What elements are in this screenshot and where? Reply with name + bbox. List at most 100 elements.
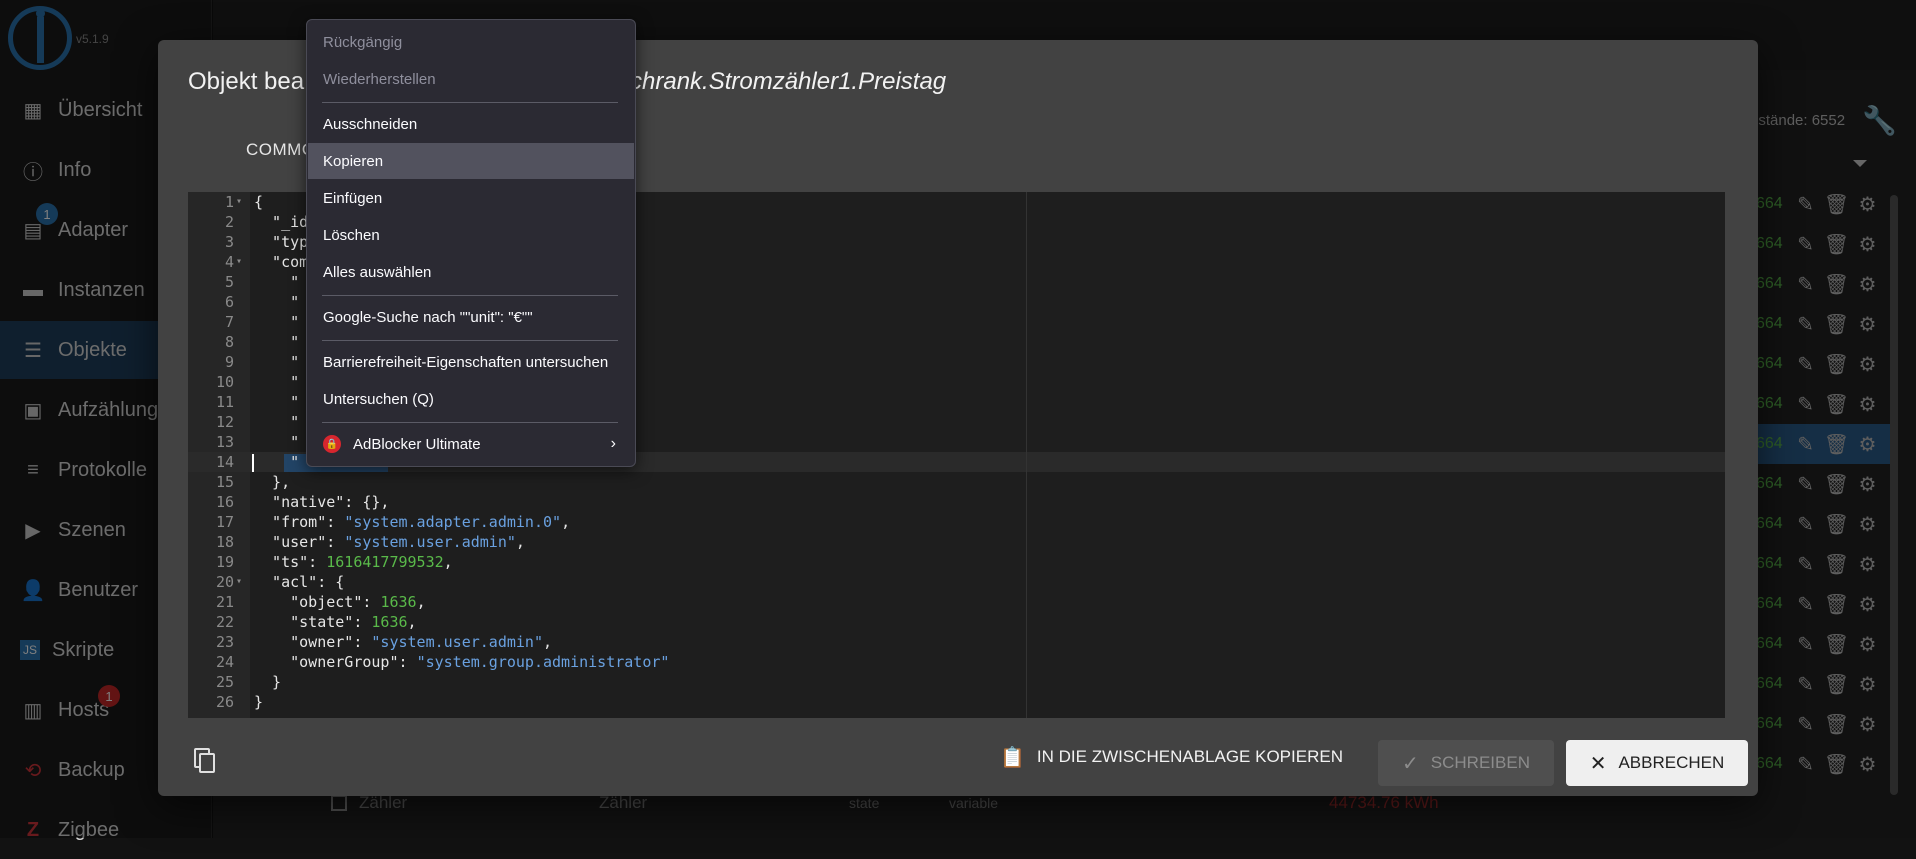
menu-item-label: Untersuchen (Q) (323, 390, 434, 408)
check-icon: ✓ (1402, 752, 1419, 775)
code-text: " (254, 453, 300, 471)
line-number: 9 (224, 353, 234, 371)
line-number: 19 (215, 553, 234, 571)
code-text: " (254, 433, 300, 451)
menu-separator (322, 102, 618, 103)
chevron-right-icon: › (610, 435, 616, 452)
line-number: 24 (215, 653, 234, 671)
code-text: "ts": 1616417799532, (254, 553, 453, 571)
line-number: 11 (215, 393, 234, 411)
menu-item-barrierefreiheit-eigenschaften-untersuchen[interactable]: Barrierefreiheit-Eigenschaften untersuch… (308, 344, 634, 380)
code-text: "state": 1636, (254, 613, 417, 631)
code-text: "from": "system.adapter.admin.0", (254, 513, 571, 531)
code-text: "object": 1636, (254, 593, 426, 611)
code-line[interactable]: 26} (188, 692, 1725, 712)
menu-separator (322, 295, 618, 296)
menu-item-wiederherstellen: Wiederherstellen (308, 61, 634, 97)
code-line[interactable]: 24 "ownerGroup": "system.group.administr… (188, 652, 1725, 672)
code-text: } (254, 673, 282, 691)
line-number: 10 (215, 373, 234, 391)
cancel-button[interactable]: ✕ ABBRECHEN (1566, 740, 1748, 786)
code-text: { (254, 193, 264, 211)
line-number: 14 (215, 453, 234, 471)
copy-icon[interactable] (194, 748, 216, 774)
shield-icon: 🔒 (323, 435, 341, 453)
menu-item-kopieren[interactable]: Kopieren (308, 143, 634, 179)
cancel-label: ABBRECHEN (1618, 753, 1725, 772)
line-number: 22 (215, 613, 234, 631)
menu-item-label: Rückgängig (323, 33, 403, 51)
line-number: 2 (224, 213, 234, 231)
line-number: 18 (215, 533, 234, 551)
fold-toggle-icon[interactable]: ▾ (236, 192, 242, 212)
copy-to-clipboard-label: IN DIE ZWISCHENABLAGE KOPIEREN (1036, 747, 1343, 766)
write-button[interactable]: ✓ SCHREIBEN (1378, 740, 1554, 786)
code-line[interactable]: 22 "state": 1636, (188, 612, 1725, 632)
fold-toggle-icon[interactable]: ▾ (236, 252, 242, 272)
menu-item-label: Alles auswählen (323, 263, 432, 281)
line-number: 8 (224, 333, 234, 351)
copy-to-clipboard-button[interactable]: 📋 IN DIE ZWISCHENABLAGE KOPIEREN (992, 734, 1351, 780)
line-number: 23 (215, 633, 234, 651)
line-number: 13 (215, 433, 234, 451)
menu-item-label: Löschen (323, 226, 380, 244)
line-number: 5 (224, 273, 234, 291)
line-number: 12 (215, 413, 234, 431)
menu-separator (322, 422, 618, 423)
line-number: 6 (224, 293, 234, 311)
code-text: " (254, 353, 300, 371)
write-label: SCHREIBEN (1430, 753, 1530, 772)
context-menu: Rückgängig Wiederherstellen Ausschneiden Ko… (306, 19, 636, 467)
line-number: 1 (224, 193, 234, 211)
line-number: 20 (215, 573, 234, 591)
code-line[interactable]: 25 } (188, 672, 1725, 692)
dialog-object-id: schrank.Stromzähler1.Preistag (618, 68, 947, 95)
line-number: 15 (215, 473, 234, 491)
line-number: 3 (224, 233, 234, 251)
code-line[interactable]: 18 "user": "system.user.admin", (188, 532, 1725, 552)
line-number: 17 (215, 513, 234, 531)
menu-item-label: Ausschneiden (323, 115, 418, 133)
code-line[interactable]: 23 "owner": "system.user.admin", (188, 632, 1725, 652)
menu-item-adblocker-ultimate[interactable]: 🔒 AdBlocker Ultimate › (308, 426, 634, 462)
menu-item-alles-auswählen[interactable]: Alles auswählen (308, 254, 634, 290)
fold-toggle-icon[interactable]: ▾ (236, 572, 242, 592)
code-line[interactable]: 20 ▾ "acl": { (188, 572, 1725, 592)
menu-item-einfügen[interactable]: Einfügen (308, 180, 634, 216)
line-number: 21 (215, 593, 234, 611)
code-line[interactable]: 15 }, (188, 472, 1725, 492)
code-text: " (254, 373, 300, 391)
menu-item-ausschneiden[interactable]: Ausschneiden (308, 106, 634, 142)
menu-item-rückgängig: Rückgängig (308, 24, 634, 60)
menu-item-google-suche-nach-unit[interactable]: Google-Suche nach ""unit": "€"" (308, 299, 634, 335)
code-line[interactable]: 16 "native": {}, (188, 492, 1725, 512)
code-text: "owner": "system.user.admin", (254, 633, 553, 651)
code-line[interactable]: 19 "ts": 1616417799532, (188, 552, 1725, 572)
code-line[interactable]: 17 "from": "system.adapter.admin.0", (188, 512, 1725, 532)
line-number: 16 (215, 493, 234, 511)
code-text: "user": "system.user.admin", (254, 533, 525, 551)
code-line[interactable]: 21 "object": 1636, (188, 592, 1725, 612)
clipboard-icon: 📋 (1000, 746, 1025, 769)
code-text: "native": {}, (254, 493, 390, 511)
line-number: 25 (215, 673, 234, 691)
dialog-title: Objekt bea (188, 68, 305, 95)
line-number: 4 (224, 253, 234, 271)
line-number: 26 (215, 693, 234, 711)
menu-item-label: Kopieren (323, 152, 384, 170)
code-text: }, (254, 473, 291, 491)
line-number: 7 (224, 313, 234, 331)
code-text: " (254, 293, 300, 311)
menu-item-löschen[interactable]: Löschen (308, 217, 634, 253)
code-text: } (254, 693, 264, 711)
menu-item-untersuchen-q[interactable]: Untersuchen (Q) (308, 381, 634, 417)
code-text: " (254, 393, 300, 411)
menu-item-label: AdBlocker Ultimate (353, 435, 481, 453)
code-text: "acl": { (254, 573, 345, 591)
code-text: " (254, 333, 300, 351)
close-icon: ✕ (1589, 752, 1607, 775)
menu-item-label: Barrierefreiheit-Eigenschaften untersuch… (323, 353, 609, 371)
menu-item-label: Google-Suche nach ""unit": "€"" (323, 308, 533, 326)
menu-separator (322, 340, 618, 341)
code-text: " (254, 413, 300, 431)
